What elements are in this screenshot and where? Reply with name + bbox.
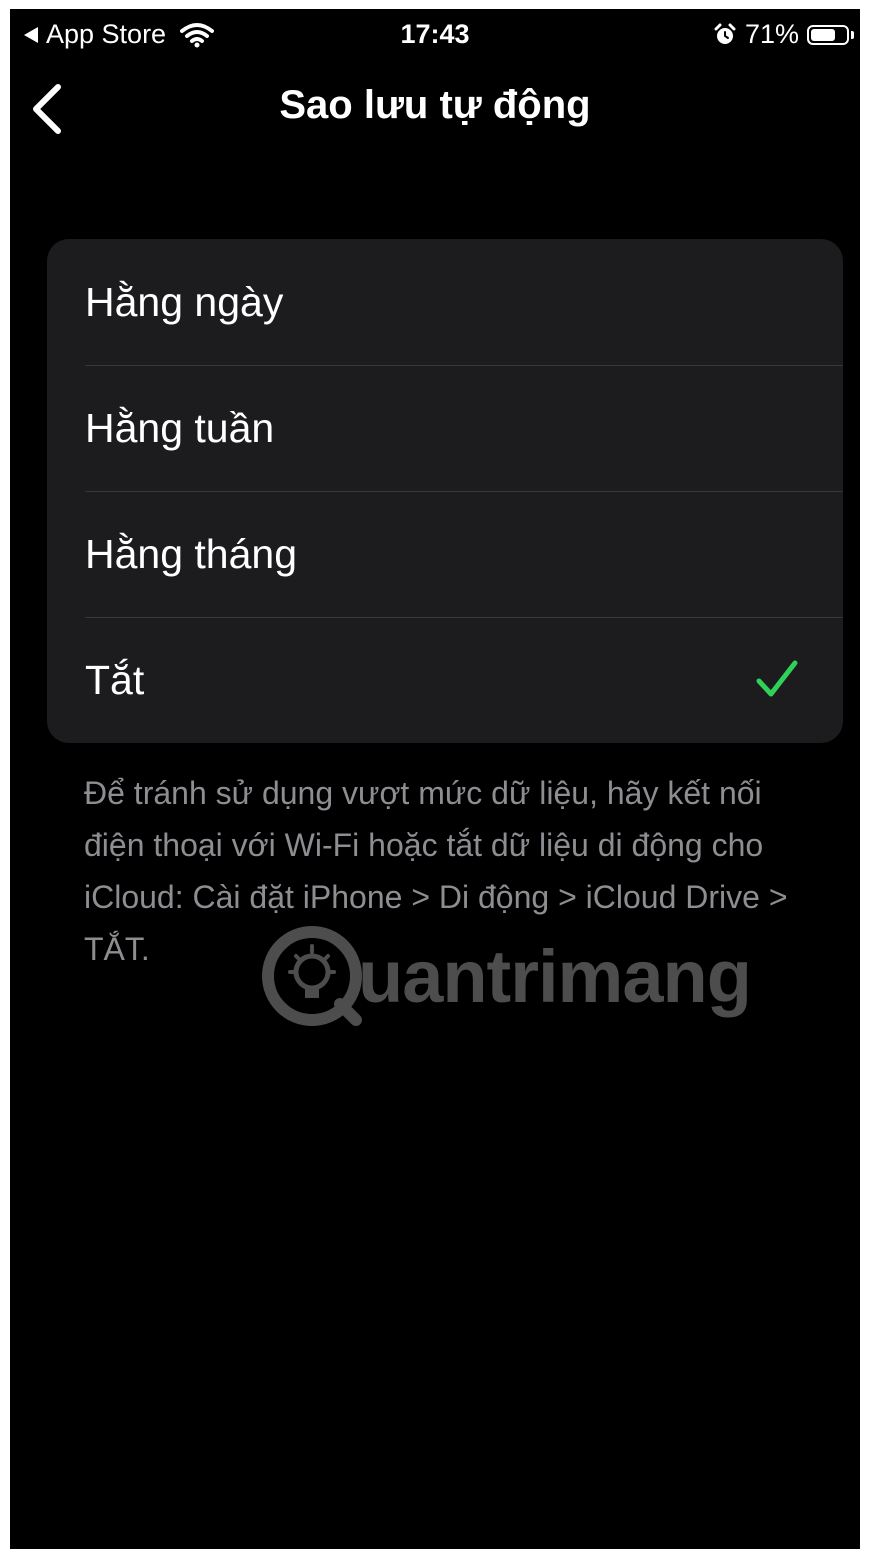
battery-cap [851, 30, 854, 39]
option-label: Tắt [85, 656, 145, 703]
option-label: Hằng tháng [85, 530, 298, 577]
option-label: Hằng tuần [85, 404, 275, 451]
option-weekly[interactable]: Hằng tuần [47, 365, 843, 491]
page-title: Sao lưu tự động [279, 83, 591, 127]
watermark: uantrimang [260, 924, 752, 1028]
checkmark-icon [756, 660, 798, 697]
status-bar: App Store 17:43 71% [10, 9, 860, 59]
battery-fill [811, 28, 835, 41]
backup-frequency-list: Hằng ngày Hằng tuần Hằng tháng Tắt [47, 239, 843, 743]
option-monthly[interactable]: Hằng tháng [47, 491, 843, 617]
watermark-text: uantrimang [358, 934, 752, 1018]
alarm-icon [714, 23, 736, 44]
lightbulb-logo-icon [262, 926, 362, 1026]
nav-bar: Sao lưu tự động [10, 69, 860, 149]
option-daily[interactable]: Hằng ngày [47, 239, 843, 365]
battery-icon [807, 24, 849, 45]
status-right: 71% [713, 19, 854, 50]
screen: App Store 17:43 71% Sao lưu tự động Hằng… [10, 9, 860, 1549]
option-off[interactable]: Tắt [47, 617, 843, 743]
option-label: Hằng ngày [85, 278, 284, 325]
battery-percent: 71% [744, 19, 799, 49]
